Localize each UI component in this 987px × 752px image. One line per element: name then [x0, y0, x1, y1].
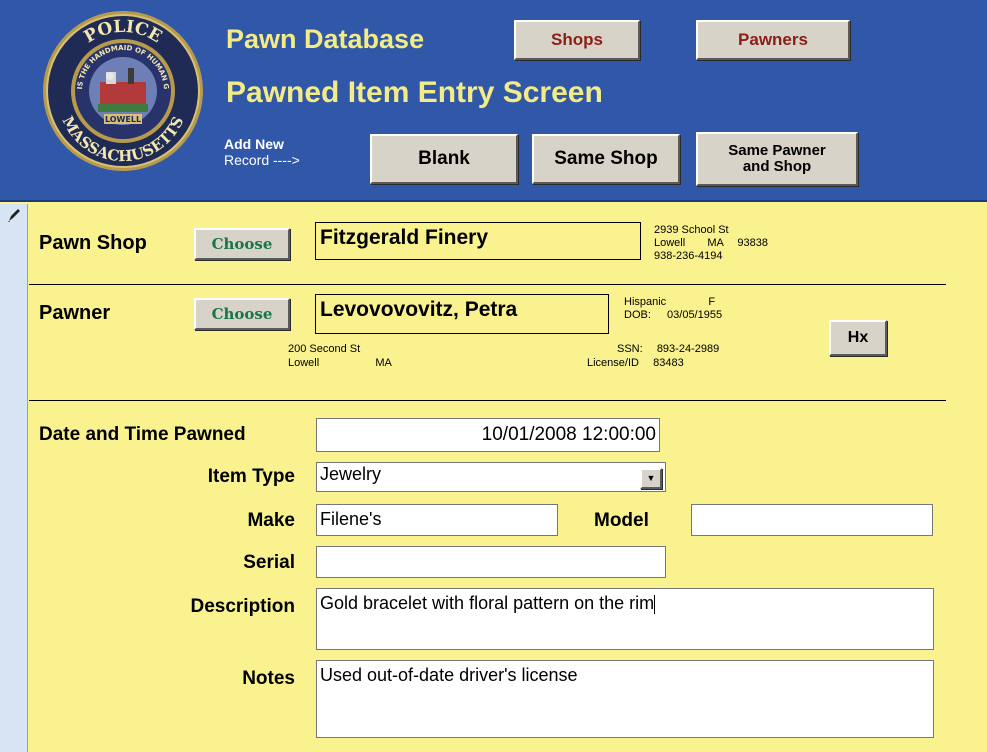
add-new-record-label: Add New Record ----> [224, 136, 300, 169]
shop-state: MA [707, 237, 724, 249]
shop-address-block: 2939 School St Lowell MA 93838 938-236-4… [654, 224, 768, 263]
make-label: Make [247, 510, 295, 531]
screen-title: Pawned Item Entry Screen [226, 76, 603, 109]
notes-label: Notes [242, 668, 295, 689]
same-pawner-and-shop-button[interactable]: Same Pawner and Shop [696, 132, 858, 186]
choose-shop-button[interactable]: Choose [194, 228, 290, 260]
notes-field[interactable]: Used out-of-date driver's license [316, 660, 934, 738]
shop-phone: 938-236-4194 [654, 250, 723, 262]
make-field[interactable]: Filene's [316, 504, 558, 536]
section-divider [29, 284, 946, 285]
pawner-id-block: SSN: 893-24-2989 License/ID 83483 [587, 342, 719, 370]
pawner-city: Lowell [288, 357, 320, 369]
pawner-dob: 03/05/1955 [667, 309, 723, 321]
entry-form: Pawn Shop Choose Fitzgerald Finery 2939 … [29, 204, 987, 752]
pawner-label: Pawner [39, 302, 111, 324]
pawn-shop-label: Pawn Shop [39, 232, 147, 254]
pawner-license-label: License/ID [587, 357, 639, 369]
date-pawned-label: Date and Time Pawned [39, 424, 246, 445]
section-divider [29, 400, 946, 401]
app-title: Pawn Database [226, 24, 425, 54]
pawner-ethnicity: Hispanic [624, 296, 667, 308]
pawner-address-block: 200 Second St Lowell MA [288, 342, 392, 370]
item-type-label: Item Type [207, 466, 295, 487]
pawners-button[interactable]: Pawners [696, 20, 850, 60]
serial-label: Serial [243, 552, 295, 573]
history-button[interactable]: Hx [829, 320, 887, 356]
text-cursor [654, 594, 656, 614]
description-label: Description [190, 596, 295, 617]
date-pawned-field[interactable]: 10/01/2008 12:00:00 [316, 418, 660, 452]
pawner-state: MA [375, 357, 392, 369]
shop-street: 2939 School St [654, 224, 729, 236]
shop-zip: 93838 [737, 237, 768, 249]
form-header: POLICE MASSACHUSETTS ART IS THE HANDMAID… [0, 0, 987, 202]
pawner-street: 200 Second St [288, 343, 361, 355]
pawner-ssn: 893-24-2989 [656, 343, 720, 355]
description-field[interactable]: Gold bracelet with floral pattern on the… [316, 588, 934, 650]
choose-pawner-button[interactable]: Choose [194, 298, 290, 330]
blank-record-button[interactable]: Blank [370, 134, 518, 184]
same-shop-button[interactable]: Same Shop [532, 134, 680, 184]
pawner-name-field[interactable]: Levovovovitz, Petra [315, 294, 609, 334]
model-label: Model [594, 510, 649, 531]
police-seal-logo: POLICE MASSACHUSETTS ART IS THE HANDMAID… [39, 4, 204, 172]
pencil-icon [6, 208, 22, 224]
pawner-dob-label: DOB: [624, 309, 651, 321]
seal-city: LOWELL [105, 115, 141, 124]
item-type-select[interactable]: Jewelry [316, 462, 666, 492]
pawner-license: 83483 [653, 357, 684, 369]
dropdown-arrow-icon[interactable]: ▼ [640, 468, 662, 489]
pawner-demographics: Hispanic F DOB: 03/05/1955 [624, 296, 722, 322]
item-type-value: Jewelry [320, 464, 382, 484]
shop-name-field[interactable]: Fitzgerald Finery [315, 222, 641, 260]
model-field[interactable] [691, 504, 933, 536]
pawner-sex: F [708, 296, 716, 308]
shops-button[interactable]: Shops [514, 20, 640, 60]
serial-field[interactable] [316, 546, 666, 578]
record-selector-bar[interactable] [0, 204, 28, 752]
shop-city: Lowell [654, 237, 686, 249]
description-text: Gold bracelet with floral pattern on the… [320, 593, 655, 613]
pawner-ssn-label: SSN: [617, 343, 643, 355]
